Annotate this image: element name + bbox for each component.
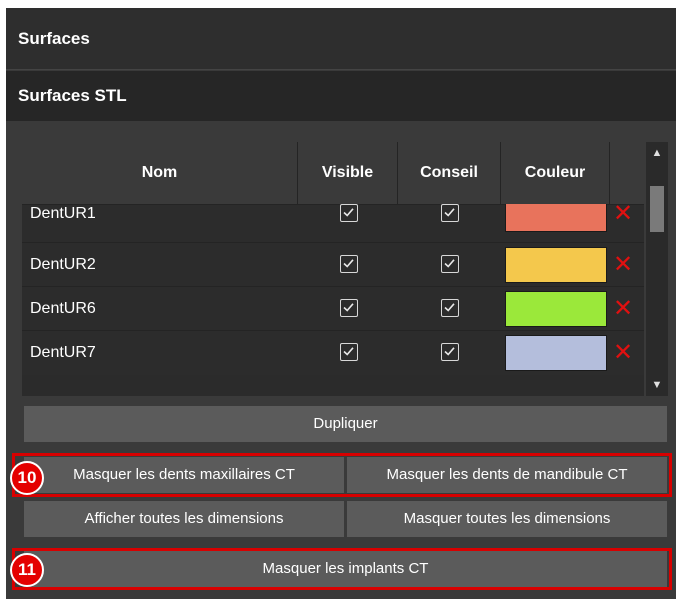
table-row[interactable]: DentUR7 ✕ <box>22 330 644 375</box>
visible-checkbox[interactable] <box>340 299 358 317</box>
surface-name: DentUR7 <box>30 344 96 361</box>
hide-all-dimensions-button[interactable]: Masquer toutes les dimensions <box>347 501 667 537</box>
annotation-badge-10: 10 <box>10 461 44 495</box>
show-all-dimensions-button[interactable]: Afficher toutes les dimensions <box>24 501 344 537</box>
table-row[interactable]: DentUR6 ✕ <box>22 286 644 331</box>
table-header: Nom Visible Conseil Couleur <box>22 142 644 204</box>
panel-title: Surfaces <box>6 8 676 70</box>
section-title-surfaces-stl[interactable]: Surfaces STL <box>6 71 676 121</box>
color-swatch[interactable] <box>505 247 607 283</box>
conseil-checkbox[interactable] <box>441 204 459 222</box>
column-header-visible[interactable]: Visible <box>298 142 398 204</box>
conseil-checkbox[interactable] <box>441 343 459 361</box>
visible-checkbox[interactable] <box>340 255 358 273</box>
column-header-conseil[interactable]: Conseil <box>398 142 501 204</box>
color-swatch[interactable] <box>505 291 607 327</box>
close-icon[interactable]: ✕ <box>612 287 634 331</box>
column-header-nom[interactable]: Nom <box>22 142 298 204</box>
scroll-down-icon[interactable]: ▼ <box>646 374 668 396</box>
column-header-actions <box>610 142 644 204</box>
surface-name: DentUR6 <box>30 300 96 317</box>
scroll-thumb[interactable] <box>650 186 664 232</box>
scroll-up-icon[interactable]: ▲ <box>646 142 668 164</box>
close-icon[interactable]: ✕ <box>612 331 634 375</box>
column-header-couleur[interactable]: Couleur <box>501 142 610 204</box>
visible-checkbox[interactable] <box>340 204 358 222</box>
visible-checkbox[interactable] <box>340 343 358 361</box>
conseil-checkbox[interactable] <box>441 299 459 317</box>
surfaces-table: Nom Visible Conseil Couleur DentUR1 ✕ Dent… <box>22 142 644 396</box>
close-icon[interactable]: ✕ <box>612 243 634 287</box>
annotation-badge-11: 11 <box>10 553 44 587</box>
color-swatch[interactable] <box>505 335 607 371</box>
conseil-checkbox[interactable] <box>441 255 459 273</box>
surface-name: DentUR2 <box>30 256 96 273</box>
table-row[interactable]: DentUR2 ✕ <box>22 242 644 287</box>
highlight-box-11 <box>12 548 672 590</box>
duplicate-button[interactable]: Dupliquer <box>24 406 667 442</box>
table-scrollbar[interactable]: ▲ ▼ <box>646 142 668 396</box>
highlight-box-10 <box>12 453 672 497</box>
